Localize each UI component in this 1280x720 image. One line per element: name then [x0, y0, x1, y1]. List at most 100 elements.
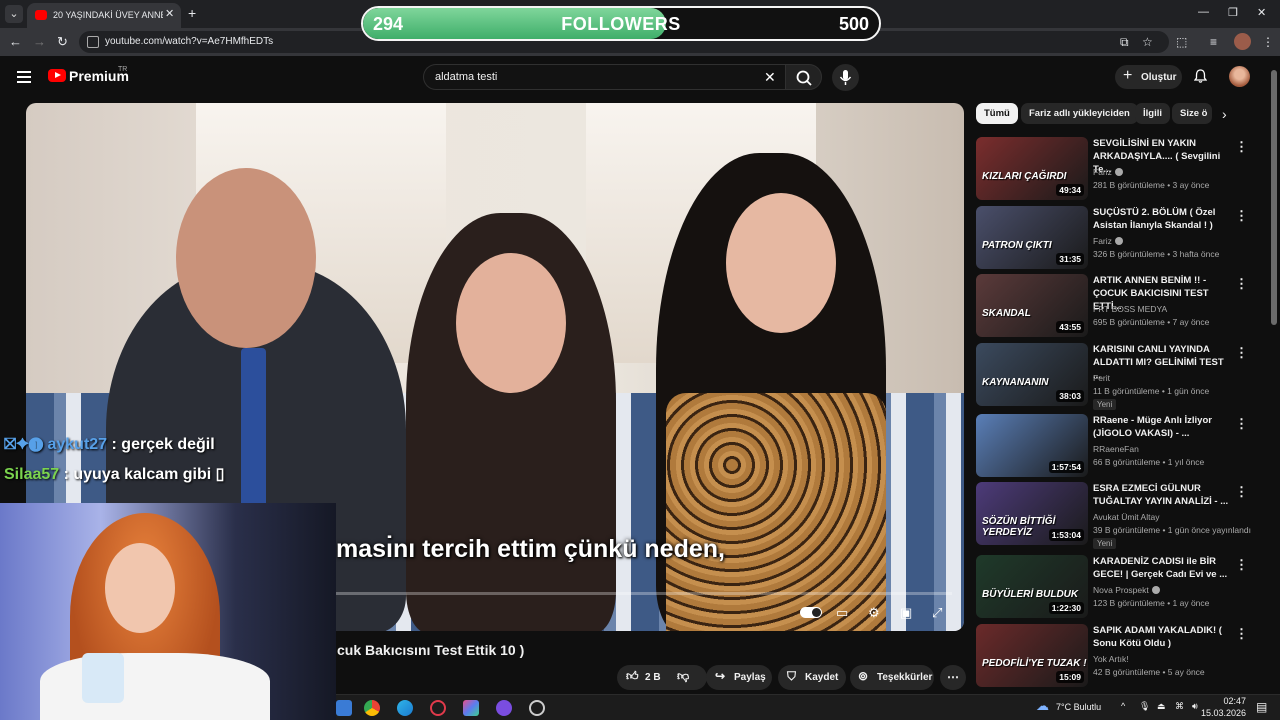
like-thumb-icon[interactable]: 👍︎	[626, 669, 639, 684]
back-arrow-icon[interactable]: ←	[9, 34, 22, 49]
recommendation-card[interactable]: BÜYÜLERİ BULDUK 1:22:30 KARADENİZ CADISI i…	[976, 555, 1272, 619]
network-tray-icon[interactable]: ⌘	[1175, 701, 1184, 712]
video-thumbnail[interactable]: PEDOFİLİ'YE TUZAK ! 15:09	[976, 624, 1088, 687]
channel-name[interactable]: RRaeneFan	[1093, 444, 1139, 454]
reload-icon[interactable]: ↻	[57, 34, 68, 50]
cast-icon[interactable]: ⧉	[1120, 35, 1129, 50]
weather-text[interactable]: 7°C Bulutlu	[1056, 702, 1101, 712]
more-options-icon[interactable]: ⋮	[1235, 139, 1248, 155]
search-button[interactable]	[785, 64, 822, 90]
browser-menu-icon[interactable]: ⋮	[1262, 35, 1274, 49]
recommendation-card[interactable]: SÖZÜN BİTTİĞİ YERDEYİZ 1:53:04 ESRA EZMECİ…	[976, 482, 1272, 549]
chrome-icon[interactable]	[364, 700, 380, 716]
channel-name[interactable]: Fariz	[1093, 167, 1123, 177]
voice-search-button[interactable]	[832, 64, 859, 91]
obs-icon[interactable]	[496, 700, 512, 716]
forward-arrow-icon[interactable]: →	[33, 34, 46, 49]
opera-icon[interactable]	[430, 700, 446, 716]
channel-name[interactable]: Fariz	[1093, 236, 1123, 246]
video-thumbnail[interactable]: BÜYÜLERİ BULDUK 1:22:30	[976, 555, 1088, 618]
settings-gear-icon[interactable]: ⚙	[868, 605, 880, 621]
obs-studio-icon[interactable]	[529, 700, 545, 716]
chip-all[interactable]: Tümü	[976, 103, 1018, 124]
new-tab-button[interactable]: +	[188, 5, 196, 21]
minimize-button[interactable]: —	[1198, 6, 1209, 18]
channel-name[interactable]: FRT BOSS MEDYA	[1093, 304, 1167, 314]
browser-profile-avatar[interactable]	[1234, 33, 1251, 50]
extensions-icon[interactable]: ⬚	[1176, 35, 1187, 49]
more-options-icon[interactable]: ⋮	[1235, 626, 1248, 642]
share-button[interactable]: ↪ Paylaş	[706, 665, 772, 690]
create-button[interactable]: + Oluştur	[1115, 65, 1182, 89]
recommendation-title[interactable]: RRaene - Müge Anlı İzliyor (JİGOLO VAKAS…	[1093, 414, 1233, 440]
bookmark-star-icon[interactable]: ☆	[1142, 35, 1153, 49]
channel-name[interactable]: Ferit	[1093, 373, 1110, 383]
channel-name[interactable]: Nova Prospekt	[1093, 585, 1160, 595]
autoplay-toggle[interactable]	[800, 607, 822, 618]
chip-for-you[interactable]: Size ö	[1172, 103, 1212, 124]
video-thumbnail[interactable]: SKANDAL 43:55	[976, 274, 1088, 337]
video-thumbnail[interactable]: KIZLARI ÇAĞIRDI 49:34	[976, 137, 1088, 200]
video-thumbnail[interactable]: 1:57:54	[976, 414, 1088, 477]
usb-tray-icon[interactable]: ⏏	[1157, 701, 1166, 712]
more-options-icon[interactable]: ⋮	[1235, 484, 1248, 500]
copilot-icon[interactable]	[463, 700, 479, 716]
video-thumbnail[interactable]: SÖZÜN BİTTİĞİ YERDEYİZ 1:53:04	[976, 482, 1088, 545]
dislike-thumb-icon[interactable]: 👎︎	[677, 669, 689, 684]
clear-search-icon[interactable]: ✕	[764, 69, 776, 86]
youtube-logo-icon[interactable]	[48, 69, 66, 82]
file-explorer-icon[interactable]	[336, 700, 352, 716]
clock-date[interactable]: 15.03.2026	[1196, 708, 1246, 718]
video-thumbnail[interactable]: KAYNANANIN 38:03	[976, 343, 1088, 406]
recommendation-card[interactable]: PATRON ÇIKTI 31:35 SUÇÜSTÜ 2. BÖLÜM ( Özel…	[976, 206, 1272, 270]
video-thumbnail[interactable]: PATRON ÇIKTI 31:35	[976, 206, 1088, 269]
restore-button[interactable]: ❐	[1228, 6, 1238, 19]
weather-cloud-icon[interactable]: ☁	[1036, 698, 1049, 714]
channel-name[interactable]: Avukat Ümit Altay	[1093, 512, 1159, 522]
recommendation-title[interactable]: SUÇÜSTÜ 2. BÖLÜM ( Özel Asistan İlanıyla…	[1093, 206, 1233, 232]
recommendation-title[interactable]: SAPIK ADAMI YAKALADIK! ( Sonu Kötü Oldu …	[1093, 624, 1233, 650]
more-options-icon[interactable]: ⋮	[1235, 557, 1248, 573]
recommendation-card[interactable]: KIZLARI ÇAĞIRDI 49:34 SEVGİLİSİNİ EN YAKIN…	[976, 137, 1272, 201]
microphone-tray-icon[interactable]: 🎙︎	[1139, 701, 1150, 712]
screen: ⌄ 20 YAŞINDAKİ ÜVEY ANNE HER ✕ + — ❐ ✕ ←…	[0, 0, 1280, 720]
channel-name[interactable]: Yok Artık!	[1093, 654, 1129, 664]
more-options-icon[interactable]: ⋮	[1235, 416, 1248, 432]
tab-search-button[interactable]: ⌄	[5, 5, 23, 23]
page-scrollbar[interactable]	[1271, 70, 1277, 325]
recommendation-title[interactable]: KARISINI CANLI YAYINDA ALDATTI MI? GELİN…	[1093, 343, 1233, 382]
site-info-icon[interactable]	[87, 36, 99, 48]
video-duration: 38:03	[1056, 390, 1084, 402]
clock-time[interactable]: 02:47	[1206, 696, 1246, 706]
recommendation-title[interactable]: ESRA EZMECİ GÜLNUR TUĞALTAY YAYIN ANALİZ…	[1093, 482, 1233, 508]
search-input[interactable]: aldatma testi ✕	[423, 64, 785, 90]
chip-related[interactable]: İlgili	[1135, 103, 1170, 124]
recommendation-card[interactable]: PEDOFİLİ'YE TUZAK ! 15:09 SAPIK ADAMI YAKA…	[976, 624, 1272, 688]
recommendation-card[interactable]: KAYNANANIN 38:03 KARISINI CANLI YAYINDA AL…	[976, 343, 1272, 410]
menu-icon[interactable]	[17, 71, 31, 86]
save-button[interactable]: ⛉ Kaydet	[778, 665, 846, 690]
edge-icon[interactable]	[397, 700, 413, 716]
tray-chevron-icon[interactable]: ^	[1121, 701, 1125, 711]
more-options-icon[interactable]: ⋮	[1235, 208, 1248, 224]
fullscreen-icon[interactable]: ⤢	[932, 605, 942, 621]
more-options-icon[interactable]: ⋮	[1235, 345, 1248, 361]
more-options-icon[interactable]: ⋮	[1235, 276, 1248, 292]
recommendation-title[interactable]: KARADENİZ CADISI ile BİR GECE! | Gerçek …	[1093, 555, 1233, 581]
notifications-bell-icon[interactable]	[1194, 69, 1207, 83]
notification-center-icon[interactable]: ▤	[1256, 700, 1267, 714]
reading-list-icon[interactable]: ≡	[1210, 35, 1217, 49]
close-window-button[interactable]: ✕	[1257, 6, 1266, 19]
tab-close-icon[interactable]: ✕	[165, 7, 174, 20]
more-actions-button[interactable]: ⋯	[940, 665, 966, 690]
like-count[interactable]: 2 B	[645, 672, 661, 683]
thanks-button[interactable]: ⊚ Teşekkürler	[850, 665, 934, 690]
recommendation-card[interactable]: 1:57:54 RRaene - Müge Anlı İzliyor (JİGOL…	[976, 414, 1272, 478]
youtube-account-avatar[interactable]	[1229, 66, 1250, 87]
chip-from-uploader[interactable]: Fariz adlı yükleyiciden	[1021, 103, 1138, 124]
chevron-right-icon[interactable]: ›	[1222, 106, 1227, 122]
subtitles-icon[interactable]: ▭	[836, 605, 848, 621]
recommendation-card[interactable]: SKANDAL 43:55 ARTIK ANNEN BENİM !! - ÇOCUK…	[976, 274, 1272, 338]
miniplayer-icon[interactable]: ▣	[900, 605, 912, 621]
browser-tab-active[interactable]: 20 YAŞINDAKİ ÜVEY ANNE HER ✕	[27, 3, 181, 28]
